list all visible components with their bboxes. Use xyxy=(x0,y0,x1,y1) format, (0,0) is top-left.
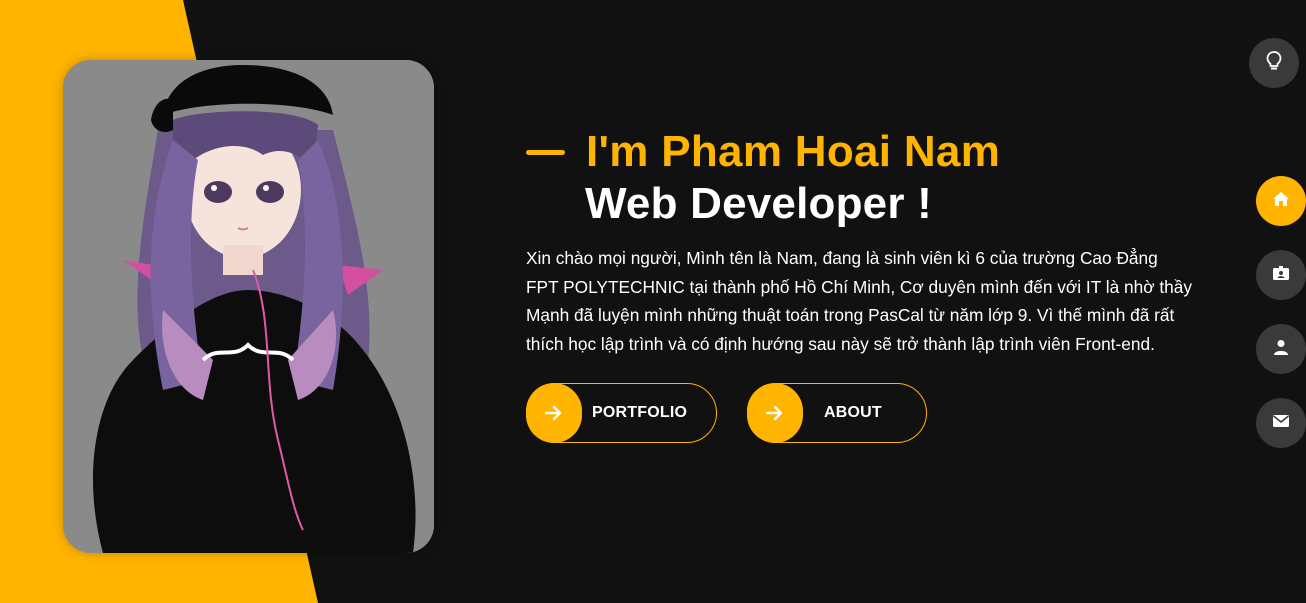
portfolio-button[interactable]: PORTFOLIO xyxy=(526,382,717,443)
arrow-right-icon xyxy=(747,382,803,443)
hero-section: I'm Pham Hoai Nam Web Developer ! Xin ch… xyxy=(526,122,1206,443)
profile-image xyxy=(63,60,434,553)
arrow-right-icon xyxy=(526,382,582,443)
lightbulb-icon xyxy=(1266,50,1282,76)
nav-about-button[interactable] xyxy=(1256,250,1306,300)
hero-bio: Xin chào mọi người, Mình tên là Nam, đan… xyxy=(526,248,1193,355)
portfolio-button-label: PORTFOLIO xyxy=(592,403,688,421)
about-button-label: ABOUT xyxy=(824,403,882,421)
id-card-icon xyxy=(1272,265,1290,286)
nav-user-button[interactable] xyxy=(1256,324,1306,374)
hero-buttons: PORTFOLIO ABOUT xyxy=(526,382,1206,443)
nav-home-button[interactable] xyxy=(1256,176,1306,226)
hero-title-role: Web Developer ! xyxy=(585,179,932,228)
title-dash-decoration xyxy=(526,149,565,155)
home-icon xyxy=(1272,191,1290,212)
theme-toggle-button[interactable] xyxy=(1249,38,1299,88)
hero-title-line: I'm Pham Hoai Nam xyxy=(526,122,1206,182)
nav-contact-button[interactable] xyxy=(1256,398,1306,448)
user-icon xyxy=(1273,339,1289,360)
hero-title-name: I'm Pham Hoai Nam xyxy=(586,127,1001,176)
envelope-icon xyxy=(1272,414,1290,433)
about-button[interactable]: ABOUT xyxy=(747,382,927,443)
